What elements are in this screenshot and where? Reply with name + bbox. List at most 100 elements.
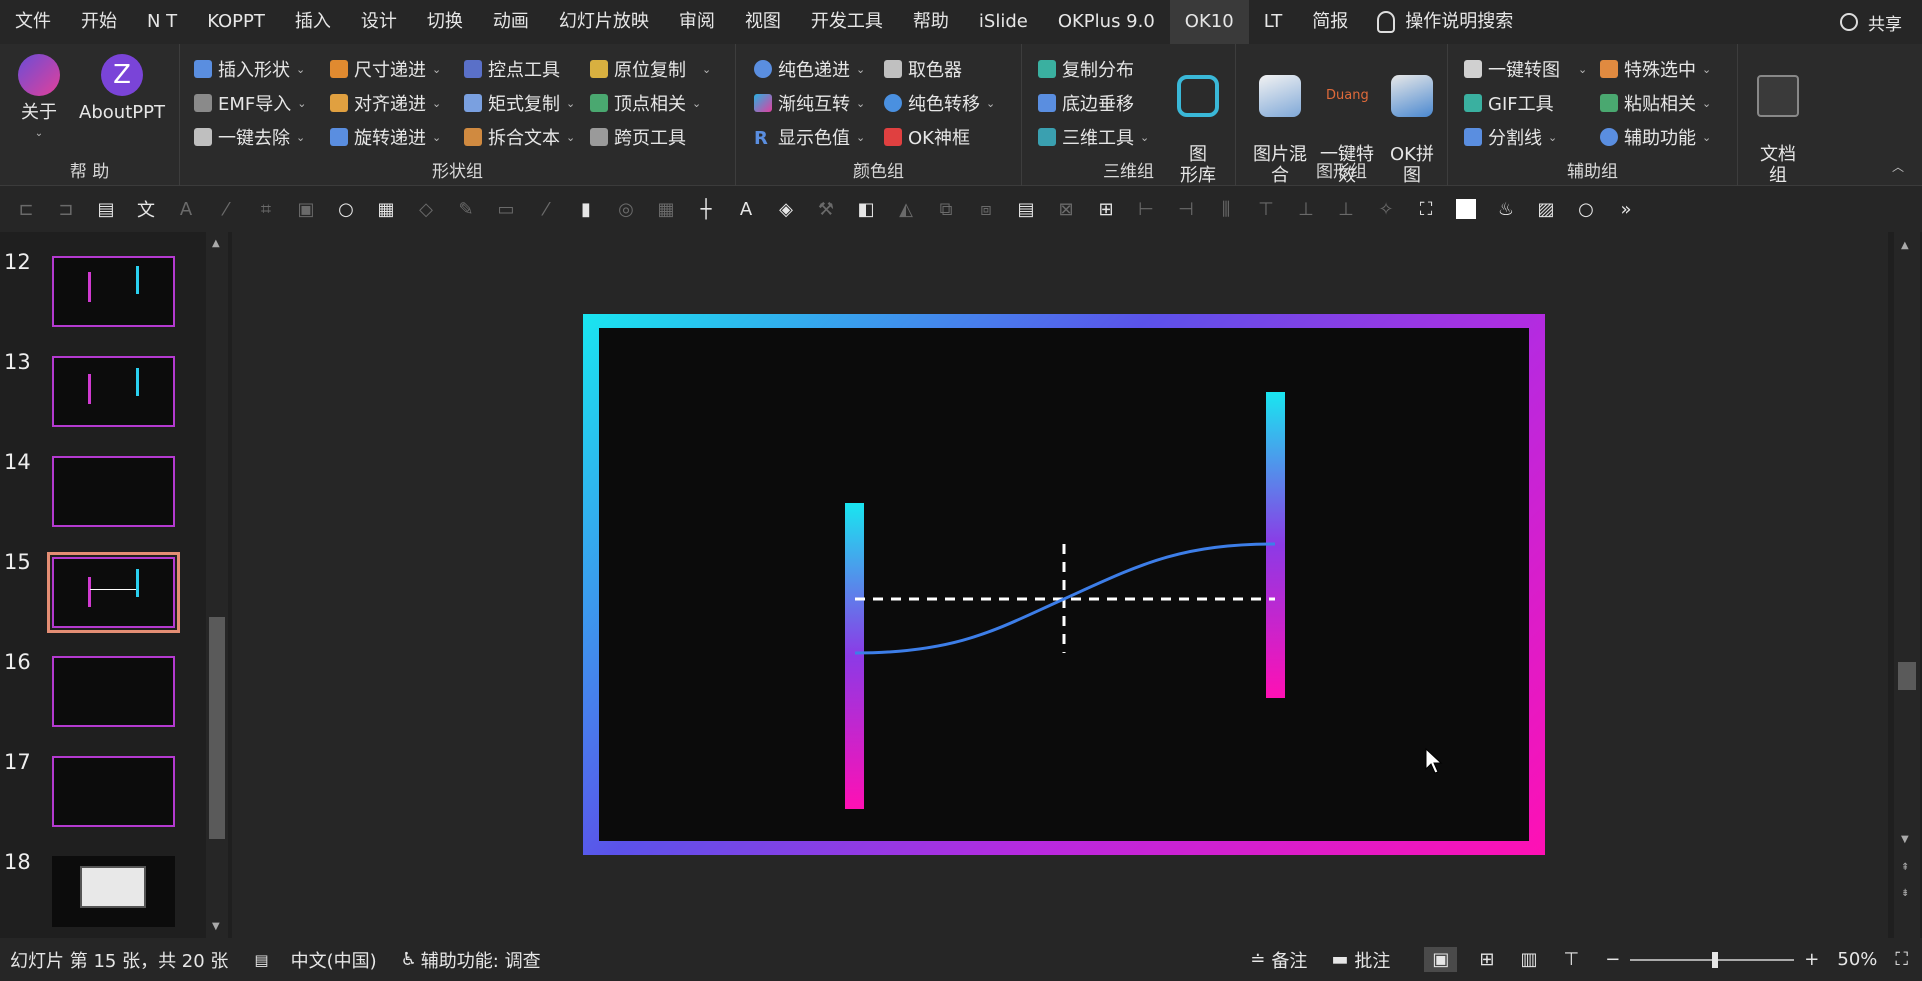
collapse-ribbon-icon[interactable]: ︿	[1892, 158, 1904, 175]
zoom-slider[interactable]	[1630, 950, 1795, 970]
scroll-up-icon[interactable]: ▲	[212, 238, 220, 249]
rotate-tool-icon[interactable]: ◭	[894, 197, 918, 221]
insert-shape-button[interactable]: 插入形状 ⌄	[194, 52, 306, 86]
align-v-icon[interactable]: ⊣	[1174, 197, 1198, 221]
show-color-value-button[interactable]: R 显示色值 ⌄	[754, 120, 865, 154]
tab-animations[interactable]: 动画	[478, 0, 544, 44]
paste-button[interactable]: 粘贴相关 ⌄	[1600, 86, 1711, 120]
align-middle-icon[interactable]: ⊥	[1294, 197, 1318, 221]
ungroup-icon[interactable]: ⧈	[974, 197, 998, 221]
next-slide-icon[interactable]: ⇟	[1901, 888, 1909, 899]
tab-insert[interactable]: 插入	[280, 0, 346, 44]
slide-thumbnail-12[interactable]	[52, 256, 175, 327]
divider-button[interactable]: 分割线 ⌄	[1464, 120, 1587, 154]
tab-view[interactable]: 视图	[730, 0, 796, 44]
slide-thumbnail-16[interactable]	[52, 656, 175, 727]
merge-icon[interactable]: ◎	[614, 197, 638, 221]
close-box-icon[interactable]: ⊠	[1054, 197, 1078, 221]
image-tool-icon[interactable]: ▨	[1534, 197, 1558, 221]
canvas-scroll-thumb[interactable]	[1898, 662, 1916, 690]
slide-thumbnail-18[interactable]	[52, 856, 175, 927]
shape-edit-icon[interactable]: ◈	[774, 197, 798, 221]
current-slide[interactable]	[583, 314, 1545, 855]
tab-transitions[interactable]: 切换	[412, 0, 478, 44]
cross-page-button[interactable]: 跨页工具	[590, 120, 711, 154]
tab-design[interactable]: 设计	[346, 0, 412, 44]
tab-okplus[interactable]: OKPlus 9.0	[1043, 0, 1170, 44]
lamp-tool-icon[interactable]: ♨	[1494, 197, 1518, 221]
bring-front-icon[interactable]: ◧	[854, 197, 878, 221]
copy-distribute-button[interactable]: 复制分布	[1038, 52, 1149, 86]
bottom-move-button[interactable]: 底边垂移	[1038, 86, 1149, 120]
search-tell-me[interactable]: 操作说明搜索	[1395, 0, 1528, 44]
vertex-button[interactable]: 顶点相关 ⌄	[590, 86, 711, 120]
tab-brief[interactable]: 简报	[1297, 0, 1363, 44]
thumbnail-scrollbar[interactable]: ▲ ▼	[206, 232, 228, 938]
text-direction-icon[interactable]: 文	[134, 197, 158, 221]
select-pane-icon[interactable]: ⊞	[1094, 197, 1118, 221]
brush-icon[interactable]: ⁄	[534, 197, 558, 221]
tab-file[interactable]: 文件	[0, 0, 66, 44]
circle-icon[interactable]: ○	[334, 197, 358, 221]
format-painter-icon[interactable]: ⚒	[814, 197, 838, 221]
gradient-swap-button[interactable]: 渐纯互转 ⌄	[754, 86, 865, 120]
align-center-icon[interactable]: ⊐	[54, 197, 78, 221]
prev-slide-icon[interactable]: ⇞	[1901, 862, 1909, 873]
magic-icon[interactable]: ✧	[1374, 197, 1398, 221]
align-h-icon[interactable]: ⊢	[1134, 197, 1158, 221]
aboutppt-button[interactable]: Z AboutPPT	[72, 54, 172, 123]
align-progress-button[interactable]: 对齐递进 ⌄	[330, 86, 441, 120]
reading-view-icon[interactable]: ▥	[1520, 949, 1537, 970]
slide-thumbnail-14[interactable]	[52, 456, 175, 527]
outline-icon[interactable]: ▭	[494, 197, 518, 221]
solid-progress-button[interactable]: 纯色递进 ⌄	[754, 52, 865, 86]
table-icon[interactable]: ▦	[654, 197, 678, 221]
canvas-scrollbar[interactable]: ▲ ▼ ⇞ ⇟	[1894, 232, 1920, 938]
slide-thumbnail-13[interactable]	[52, 356, 175, 427]
zoom-out-icon[interactable]: −	[1605, 949, 1620, 970]
rotate-progress-button[interactable]: 旋转递进 ⌄	[330, 120, 441, 154]
align-bottom-icon[interactable]: ⊥	[1334, 197, 1358, 221]
oval-icon[interactable]: ○	[1574, 197, 1598, 221]
tab-islide[interactable]: iSlide	[964, 0, 1043, 44]
split-text-button[interactable]: 拆合文本 ⌄	[464, 120, 575, 154]
tab-ok10[interactable]: OK10	[1169, 0, 1249, 44]
share-button[interactable]: 共享	[1868, 10, 1902, 35]
normal-view-icon[interactable]: ▣	[1424, 947, 1458, 972]
color-picker-button[interactable]: 取色器	[884, 52, 995, 86]
zoom-in-icon[interactable]: +	[1804, 949, 1819, 970]
color-fill-icon[interactable]: ▦	[374, 197, 398, 221]
slideshow-icon[interactable]: ⊤	[1564, 949, 1580, 970]
tab-home[interactable]: 开始	[66, 0, 132, 44]
picture-icon[interactable]: ▣	[294, 197, 318, 221]
chart-icon[interactable]: ▮	[574, 197, 598, 221]
one-click-image-button[interactable]: 一键转图 ⌄	[1464, 52, 1587, 86]
scroll-down-icon[interactable]: ▼	[212, 921, 220, 932]
gif-tool-button[interactable]: GIF工具	[1464, 86, 1587, 120]
align-left-icon[interactable]: ⊏	[14, 197, 38, 221]
language-status[interactable]: 中文(中国)	[291, 947, 377, 973]
tab-nt[interactable]: N T	[132, 0, 192, 44]
tab-lt[interactable]: LT	[1249, 0, 1298, 44]
spellcheck-icon[interactable]: ▤	[254, 951, 268, 969]
about-button[interactable]: 关于 ⌄	[14, 54, 64, 144]
in-place-copy-button[interactable]: 原位复制 ⌄	[590, 52, 711, 86]
tab-review[interactable]: 审阅	[664, 0, 730, 44]
notes-button[interactable]: 备注	[1271, 947, 1307, 973]
emf-import-button[interactable]: EMF导入 ⌄	[194, 86, 306, 120]
more-icon[interactable]: »	[1614, 197, 1638, 221]
slide-thumbnail-15[interactable]	[47, 552, 180, 633]
one-click-remove-button[interactable]: 一键去除 ⌄	[194, 120, 306, 154]
align-top-icon[interactable]: ⊤	[1254, 197, 1278, 221]
matrix-copy-button[interactable]: 矩式复制 ⌄	[464, 86, 575, 120]
font-icon[interactable]: A	[174, 197, 198, 221]
ok-frame-button[interactable]: OK神框	[884, 120, 995, 154]
size-progress-button[interactable]: 尺寸递进 ⌄	[330, 52, 441, 86]
scroll-down-icon[interactable]: ▼	[1901, 834, 1909, 845]
textbox-icon[interactable]: ▤	[94, 197, 118, 221]
control-point-button[interactable]: 控点工具	[464, 52, 575, 86]
tab-koppt[interactable]: KOPPT	[192, 0, 280, 44]
fit-slide-icon[interactable]: ⛶	[1895, 949, 1908, 970]
special-select-button[interactable]: 特殊选中 ⌄	[1600, 52, 1711, 86]
slide-thumbnail-17[interactable]	[52, 756, 175, 827]
